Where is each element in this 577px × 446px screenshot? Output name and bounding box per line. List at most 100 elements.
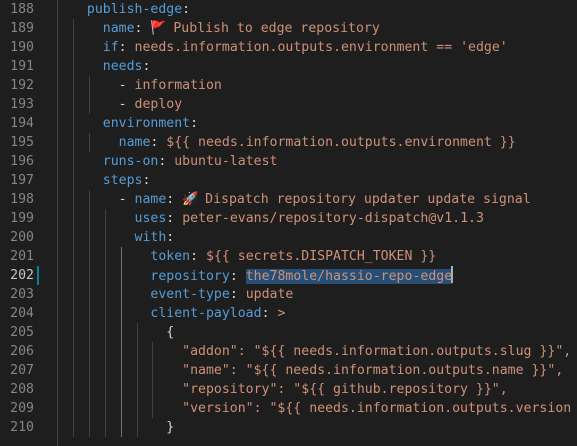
yaml-key: steps <box>102 173 143 188</box>
code-line[interactable]: 206 "addon": "${{ needs.information.outp… <box>0 342 577 361</box>
line-number: 208 <box>10 382 34 397</box>
code-line[interactable]: 193 - deploy <box>0 95 577 114</box>
code-line[interactable]: 189 name: 🚩 Publish to edge repository <box>0 19 577 38</box>
selected-value: the78mole/hassio-repo-edge <box>245 269 453 284</box>
code-line[interactable]: 190 if: needs.information.outputs.enviro… <box>0 38 577 57</box>
yaml-key: environment <box>102 116 191 131</box>
code-line[interactable]: 208 "repository": "${{ github.repository… <box>0 380 577 399</box>
code-line[interactable]: 199 uses: peter-evans/repository-dispatc… <box>0 209 577 228</box>
line-number: 210 <box>10 420 34 435</box>
yaml-key: publish-edge <box>86 2 183 17</box>
yaml-key: uses <box>134 211 167 226</box>
yaml-separator: : <box>229 269 246 284</box>
yaml-value: "version": "${{ needs.information.output… <box>182 401 577 416</box>
yaml-value: Dispatch repository updater update signa… <box>197 192 531 207</box>
code-line[interactable]: 197 steps: <box>0 171 577 190</box>
list-dash: - <box>118 97 135 112</box>
indent-guide <box>57 437 58 446</box>
code-line[interactable]: 198 - name: 🚀 Dispatch repository update… <box>0 190 577 209</box>
yaml-separator: : <box>134 21 151 36</box>
line-number: 204 <box>10 306 34 321</box>
yaml-key: token <box>150 249 191 264</box>
code-line[interactable]: 191 needs: <box>0 57 577 76</box>
yaml-separator: : <box>118 40 135 55</box>
code-text: name: 🚩 Publish to edge repository <box>71 19 380 38</box>
code-text: event-type: update <box>71 285 293 304</box>
yaml-key: client-payload <box>150 306 262 321</box>
line-number: 203 <box>10 287 34 302</box>
yaml-separator: : <box>142 173 151 188</box>
code-line[interactable]: 194 environment: <box>0 114 577 133</box>
list-dash: - <box>118 78 135 93</box>
code-line[interactable]: 203 event-type: update <box>0 285 577 304</box>
code-line[interactable]: 202 repository: the78mole/hassio-repo-ed… <box>0 266 577 285</box>
yaml-value: ${{ needs.information.outputs.environmen… <box>166 135 516 150</box>
code-text: repository: the78mole/hassio-repo-edge <box>71 266 454 286</box>
list-dash: - <box>118 192 135 207</box>
code-text: "addon": "${{ needs.information.outputs.… <box>71 342 571 361</box>
line-number: 199 <box>10 211 34 226</box>
code-text: { <box>71 323 174 342</box>
yaml-value: needs.information.outputs.environment ==… <box>134 40 508 55</box>
code-line[interactable]: 209 "version": "${{ needs.information.ou… <box>0 399 577 418</box>
code-text: environment: <box>71 114 198 133</box>
code-line[interactable]: 196 runs-on: ubuntu-latest <box>0 152 577 171</box>
line-number: 193 <box>10 97 34 112</box>
line-number: 197 <box>10 173 34 188</box>
yaml-separator: : <box>190 116 199 131</box>
code-line[interactable]: 201 token: ${{ secrets.DISPATCH_TOKEN }} <box>0 247 577 266</box>
code-text: runs-on: ubuntu-latest <box>71 152 278 171</box>
line-number: 194 <box>10 116 34 131</box>
line-number: 190 <box>10 40 34 55</box>
code-text: } <box>71 418 174 437</box>
yaml-key: name <box>134 192 167 207</box>
code-text: steps: <box>71 171 151 190</box>
code-text: name: ${{ needs.information.outputs.envi… <box>71 133 516 152</box>
code-line[interactable]: 200 with: <box>0 228 577 247</box>
text-cursor <box>451 266 454 283</box>
yaml-separator: : <box>150 135 167 150</box>
line-number: 201 <box>10 249 34 264</box>
yaml-separator: : <box>190 249 206 264</box>
yaml-key: name <box>102 21 135 36</box>
code-text: needs: <box>71 57 151 76</box>
code-line[interactable]: 204 client-payload: > <box>0 304 577 323</box>
code-text: "version": "${{ needs.information.output… <box>71 399 577 418</box>
code-line[interactable]: 195 name: ${{ needs.information.outputs.… <box>0 133 577 152</box>
line-number: 192 <box>10 78 34 93</box>
yaml-separator: : <box>166 211 183 226</box>
yaml-separator: : <box>261 306 278 321</box>
line-number: 206 <box>10 344 34 359</box>
code-text: - name: 🚀 Dispatch repository updater up… <box>71 190 531 209</box>
yaml-key: needs <box>102 59 143 74</box>
code-line[interactable]: 192 - information <box>0 76 577 95</box>
yaml-key: name <box>118 135 151 150</box>
yaml-value: ${{ secrets.DISPATCH_TOKEN }} <box>206 249 437 264</box>
line-number: 207 <box>10 363 34 378</box>
code-line[interactable]: 188 publish-edge: <box>0 0 577 19</box>
code-line[interactable]: 205 { <box>0 323 577 342</box>
yaml-separator: : <box>142 59 151 74</box>
line-number: 202 <box>10 268 34 283</box>
code-editor[interactable]: 188 publish-edge: 189 name: 🚩 Publish to … <box>0 0 577 446</box>
code-line[interactable]: 210 } <box>0 418 577 437</box>
yaml-key: if <box>102 40 119 55</box>
code-line[interactable]: 207 "name": "${{ needs.information.outpu… <box>0 361 577 380</box>
